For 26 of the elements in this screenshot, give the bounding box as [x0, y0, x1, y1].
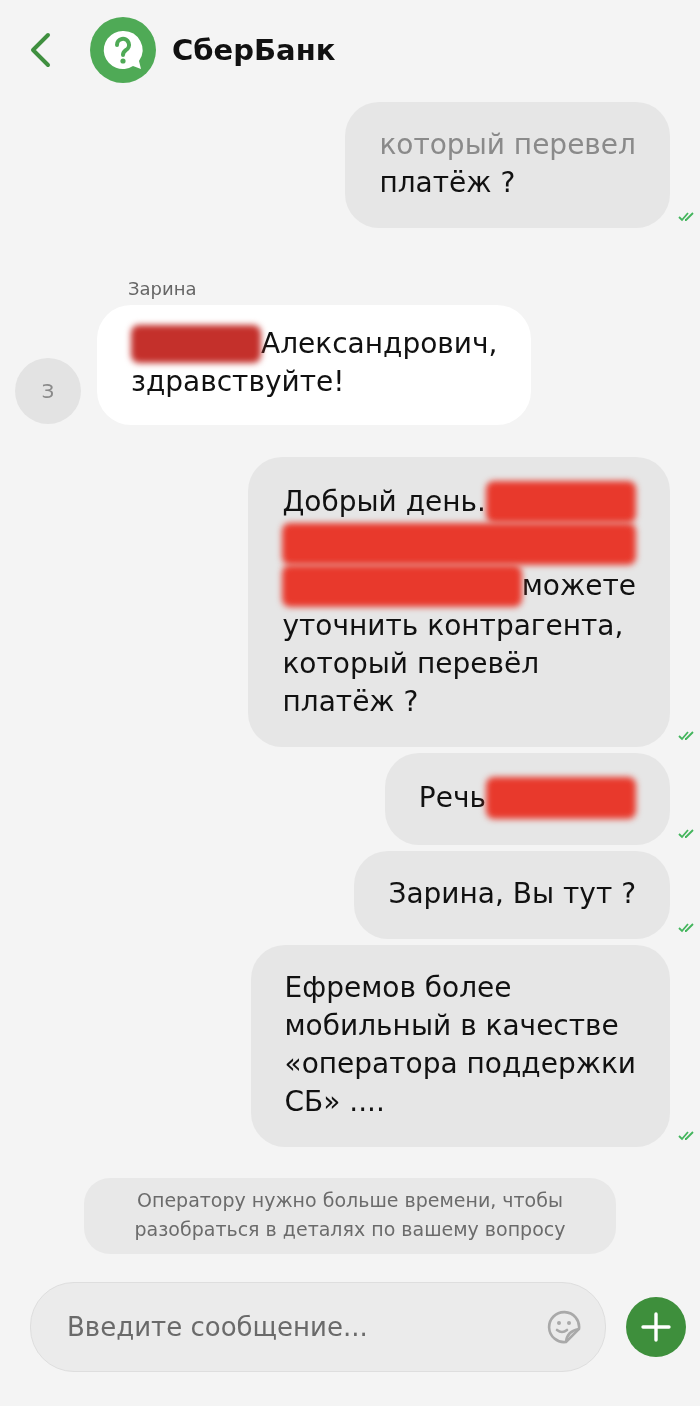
message-text: уточнить контрагента,	[282, 608, 624, 644]
message-text: Добрый день.	[282, 484, 486, 520]
message-text: СБ» ....	[284, 1084, 385, 1120]
message-input[interactable]: Введите сообщение...	[65, 1311, 547, 1343]
avatar: З	[15, 358, 81, 424]
message-text: можете	[521, 568, 636, 604]
message-field[interactable]: Введите сообщение...	[30, 1282, 606, 1372]
sticker-icon[interactable]	[547, 1310, 581, 1344]
message-text: который перевел	[379, 127, 636, 163]
message-text: Ефремов более	[284, 970, 512, 1006]
back-icon[interactable]	[28, 32, 52, 68]
message-text: «оператора поддержки	[284, 1046, 636, 1082]
plus-icon	[641, 1312, 671, 1342]
sender-name: Зарина	[128, 278, 198, 299]
message-text: платёж ?	[282, 684, 419, 720]
message-text: который перевёл	[282, 646, 540, 682]
chat-title: СберБанк	[172, 33, 336, 67]
message-text: Зарина, Вы тут ?	[388, 876, 636, 912]
message-text: Александрович,	[261, 326, 498, 362]
message-text: платёж ?	[379, 165, 516, 201]
message-text: Речь	[418, 780, 486, 816]
system-notice: Оператору нужно больше времени, чтобы разобраться в деталях по вашему вопросу	[84, 1178, 616, 1254]
message-text: здравствуйте!	[131, 364, 345, 400]
add-button[interactable]	[626, 1297, 686, 1357]
speech-bubble-logo-icon	[90, 17, 156, 83]
message-text: мобильный в качестве	[284, 1008, 619, 1044]
